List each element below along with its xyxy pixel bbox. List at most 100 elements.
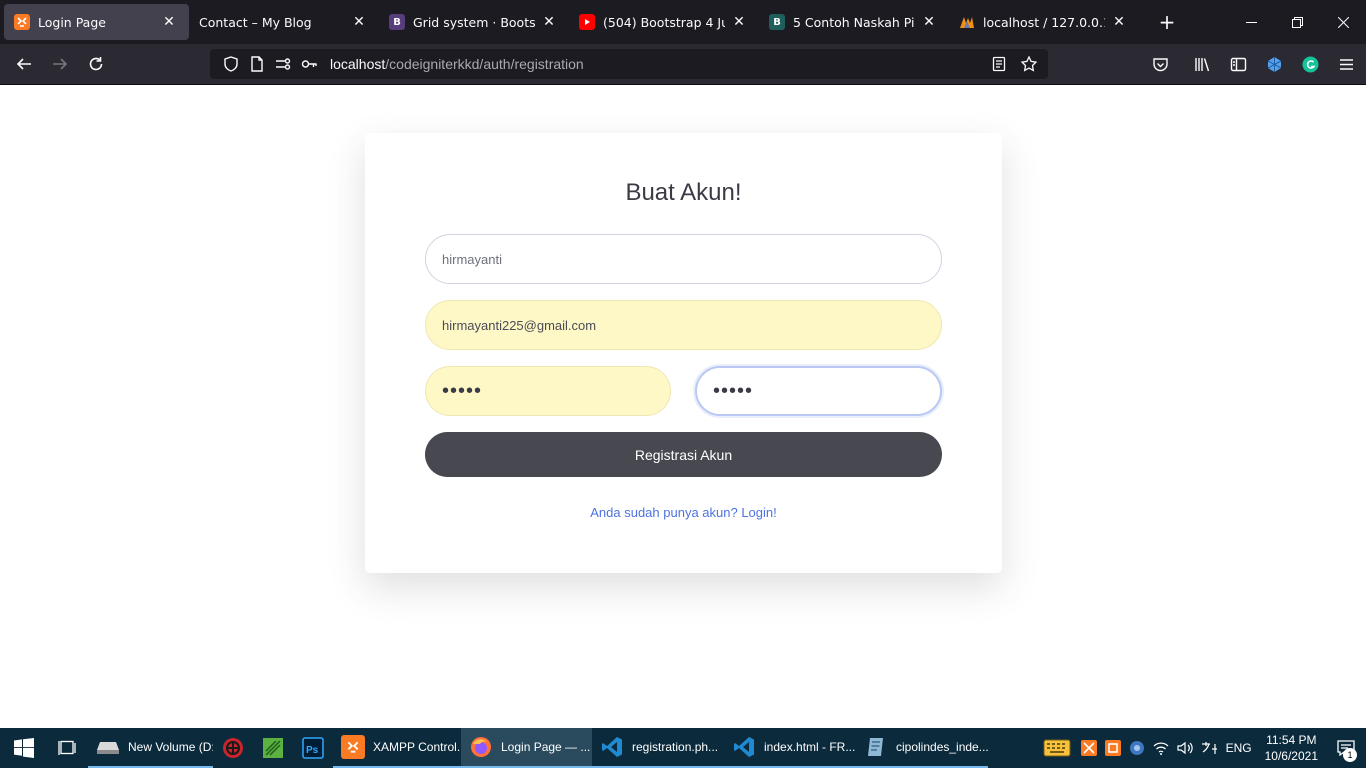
windows-start-icon[interactable] xyxy=(0,728,48,768)
taskbar-app-vscode-index[interactable]: index.html - FR... xyxy=(724,728,856,768)
page-title: Buat Akun! xyxy=(625,179,742,206)
shield-icon[interactable] xyxy=(218,51,244,77)
registration-card: Buat Akun! hirmayanti hirmayanti225@gmai… xyxy=(365,133,1002,573)
tab-login-page[interactable]: Login Page ✕ xyxy=(4,4,189,40)
system-tray: ENG 11:54 PM 10/6/2021 1 xyxy=(1037,728,1366,768)
name-field-value: hirmayanti xyxy=(442,251,502,267)
grammarly-icon[interactable] xyxy=(1296,50,1324,78)
corel-icon[interactable] xyxy=(253,728,293,768)
tab-contoh-naskah[interactable]: B 5 Contoh Naskah Pidato S ✕ xyxy=(759,4,949,40)
tab-title: localhost / 127.0.0.1 | php xyxy=(983,14,1105,30)
task-view-icon[interactable] xyxy=(48,728,88,768)
permissions-icon[interactable] xyxy=(270,51,296,77)
extension-icon[interactable] xyxy=(1260,50,1288,78)
url-text[interactable]: localhost/codeigniterkkd/auth/registrati… xyxy=(330,56,584,72)
tab-contact-blog[interactable]: Contact – My Blog ✕ xyxy=(189,4,379,40)
close-icon[interactable]: ✕ xyxy=(921,14,937,30)
tab-youtube-bootstrap[interactable]: (504) Bootstrap 4 Jumbotr ✕ xyxy=(569,4,759,40)
taskbar-app-label: registration.ph... xyxy=(632,740,719,754)
taskbar-app-vscode-registration[interactable]: registration.ph... xyxy=(592,728,724,768)
window-controls xyxy=(1228,0,1366,44)
notification-badge: 1 xyxy=(1343,748,1357,762)
drive-icon xyxy=(96,735,120,759)
onedrive-icon[interactable] xyxy=(1125,728,1149,768)
password-field-value: ••••• xyxy=(442,379,483,402)
navigation-toolbar: localhost/codeigniterkkd/auth/registrati… xyxy=(0,44,1366,85)
taskbar-app-label: index.html - FR... xyxy=(764,740,856,754)
key-icon[interactable] xyxy=(296,51,322,77)
taskbar-app-label: XAMPP Control... xyxy=(373,740,461,754)
tab-phpmyadmin[interactable]: localhost / 127.0.0.1 | php ✕ xyxy=(949,4,1139,40)
page-icon[interactable] xyxy=(244,51,270,77)
tab-title: (504) Bootstrap 4 Jumbotr xyxy=(603,14,725,30)
close-icon[interactable]: ✕ xyxy=(731,14,747,30)
youtube-icon xyxy=(579,14,595,30)
repeat-password-field[interactable]: ••••• xyxy=(695,366,942,416)
url-path: /codeigniterkkd/auth/registration xyxy=(385,56,584,72)
svg-text:Ps: Ps xyxy=(306,745,319,756)
taskbar-app-xampp[interactable]: XAMPP Control... xyxy=(333,728,461,768)
taskbar-app-firefox[interactable]: Login Page — ... xyxy=(461,728,592,768)
close-icon[interactable]: ✕ xyxy=(161,14,177,30)
keyboard-icon[interactable] xyxy=(1037,728,1077,768)
page-content: Buat Akun! hirmayanti hirmayanti225@gmai… xyxy=(0,85,1366,728)
url-host: localhost xyxy=(330,56,386,72)
sidebar-icon[interactable] xyxy=(1224,50,1252,78)
close-icon[interactable]: ✕ xyxy=(1111,14,1127,30)
url-bar[interactable]: localhost/codeigniterkkd/auth/registrati… xyxy=(210,49,1048,79)
wifi-icon[interactable] xyxy=(1149,728,1173,768)
restore-icon[interactable] xyxy=(1274,0,1320,44)
library-icon[interactable] xyxy=(1188,50,1216,78)
clock[interactable]: 11:54 PM 10/6/2021 xyxy=(1257,732,1326,764)
taskbar-app-label: New Volume (D:) xyxy=(128,740,213,754)
email-field[interactable]: hirmayanti225@gmail.com xyxy=(425,300,942,350)
forward-icon[interactable] xyxy=(43,49,77,79)
back-icon[interactable] xyxy=(7,49,41,79)
tab-title: 5 Contoh Naskah Pidato S xyxy=(793,14,915,30)
tab-title: Contact – My Blog xyxy=(199,14,312,30)
reader-view-icon[interactable] xyxy=(986,51,1012,77)
xampp-tray-icon[interactable] xyxy=(1101,728,1125,768)
reload-icon[interactable] xyxy=(79,49,113,79)
xampp-icon xyxy=(14,14,30,30)
password-field[interactable]: ••••• xyxy=(425,366,671,416)
bootstrap-icon: B xyxy=(389,14,405,30)
notepad-icon xyxy=(864,735,888,759)
ime-icon[interactable] xyxy=(1197,728,1221,768)
tab-strip: Login Page ✕ Contact – My Blog ✕ B Grid … xyxy=(0,0,1366,44)
repeat-password-field-value: ••••• xyxy=(713,379,754,402)
taskbar-app-notepad[interactable]: cipolindes_inde... xyxy=(856,728,988,768)
close-icon[interactable]: ✕ xyxy=(541,14,557,30)
new-tab-icon[interactable]: + xyxy=(1153,8,1181,36)
xampp-icon xyxy=(341,735,365,759)
tab-grid-system[interactable]: B Grid system · Bootstrap v ✕ xyxy=(379,4,569,40)
language-indicator[interactable]: ENG xyxy=(1221,728,1257,768)
email-field-value: hirmayanti225@gmail.com xyxy=(442,317,597,333)
name-field[interactable]: hirmayanti xyxy=(425,234,942,284)
minimize-icon[interactable] xyxy=(1228,0,1274,44)
taskbar-app-label: Login Page — ... xyxy=(501,740,591,754)
photoshop-icon[interactable]: Ps xyxy=(293,728,333,768)
pocket-icon[interactable] xyxy=(1146,50,1174,78)
taskbar: New Volume (D:) Ps XAMPP Control... Logi… xyxy=(0,728,1366,768)
register-button[interactable]: Registrasi Akun xyxy=(425,432,942,477)
clock-date: 10/6/2021 xyxy=(1264,749,1318,763)
taskbar-app-drive[interactable]: New Volume (D:) xyxy=(88,728,213,768)
bookmark-star-icon[interactable] xyxy=(1016,51,1042,77)
firefox-icon xyxy=(469,735,493,759)
vscode-icon xyxy=(732,735,756,759)
clock-time: 11:54 PM xyxy=(1266,733,1317,747)
taskbar-app-label: cipolindes_inde... xyxy=(896,740,988,754)
menu-icon[interactable] xyxy=(1332,50,1360,78)
xampp-tray-icon[interactable] xyxy=(1077,728,1101,768)
tab-title: Grid system · Bootstrap v xyxy=(413,14,535,30)
close-window-icon[interactable] xyxy=(1320,0,1366,44)
volume-icon[interactable] xyxy=(1173,728,1197,768)
bitdefender-icon[interactable] xyxy=(213,728,253,768)
phpmyadmin-icon xyxy=(959,14,975,30)
login-link[interactable]: Anda sudah punya akun? Login! xyxy=(365,505,1002,520)
vscode-icon xyxy=(600,735,624,759)
close-icon[interactable]: ✕ xyxy=(351,14,367,30)
notification-icon[interactable]: 1 xyxy=(1326,728,1366,768)
b-icon: B xyxy=(769,14,785,30)
